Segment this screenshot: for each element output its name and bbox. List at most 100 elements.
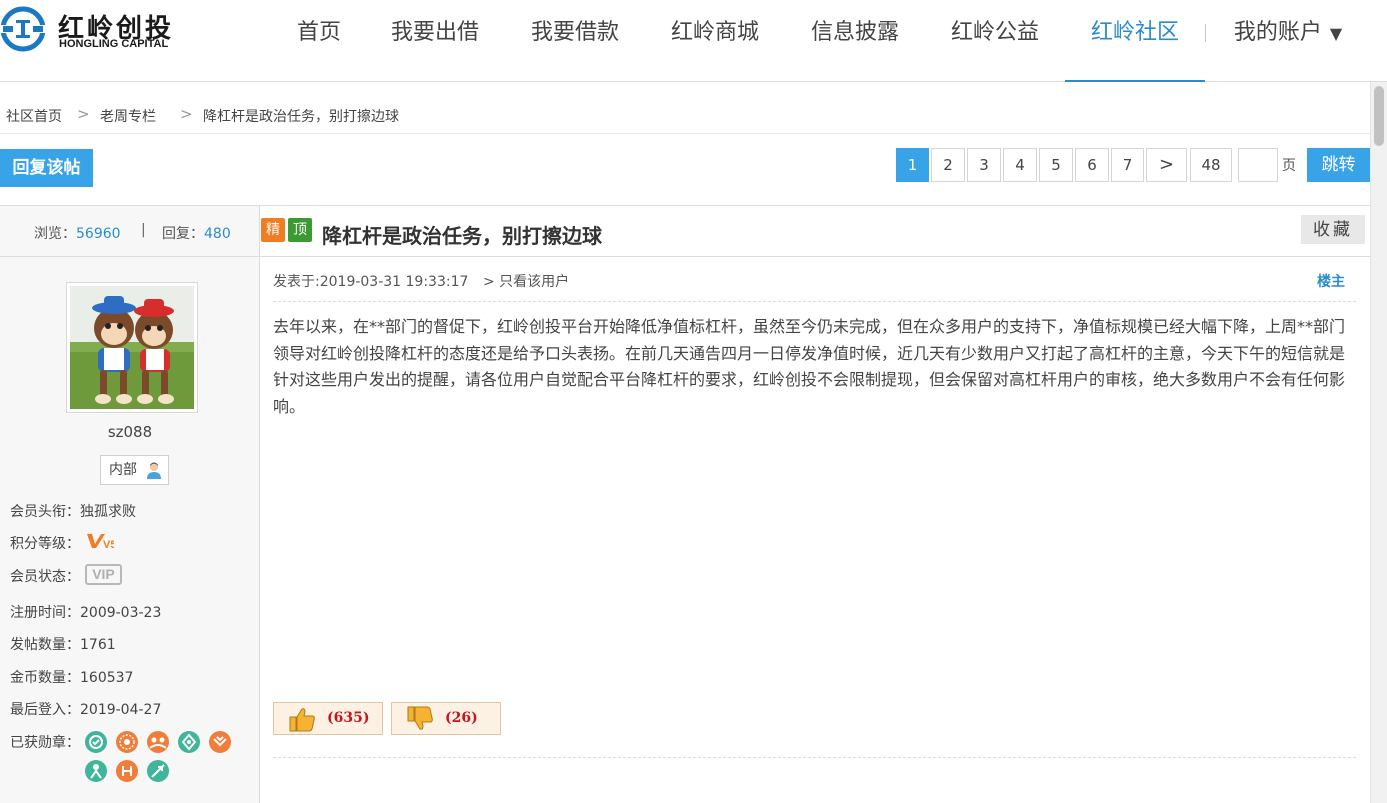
author-coins-row: 金币数量：160537	[10, 667, 133, 687]
page-6-button[interactable]: 6	[1075, 148, 1109, 182]
page-unit-label: 页	[1282, 158, 1296, 174]
breadcrumb-column[interactable]: 老周专栏	[100, 106, 156, 126]
author-title-row: 会员头衔：独孤求败	[10, 501, 136, 521]
page-7-button[interactable]: 7	[1111, 148, 1144, 182]
vip-badge: VIP	[85, 564, 122, 585]
register-date: 2009-03-23	[80, 605, 162, 621]
nav-item-borrow[interactable]: 我要借款	[528, 0, 622, 82]
page-number-input[interactable]	[1238, 148, 1278, 182]
medal-5-icon[interactable]	[208, 730, 232, 754]
breadcrumb-separator: >	[77, 105, 90, 123]
register-label: 注册时间：	[10, 605, 80, 621]
breadcrumb-current-post: 降杠杆是政治任务，别打擦边球	[203, 109, 399, 125]
page-5-button[interactable]: 5	[1039, 148, 1073, 182]
views-label: 浏览：	[34, 226, 76, 242]
views-stat: 浏览：56960	[34, 223, 121, 243]
post-body: 发表于:2019-03-31 19:33:17 > 只看该用户 楼主 去年以来，…	[261, 257, 1370, 803]
floor-label: 楼主	[1317, 274, 1345, 290]
author-username[interactable]: sz088	[0, 423, 260, 441]
like-count: (635)	[327, 710, 370, 726]
logo-mark-icon	[0, 6, 46, 52]
author-register-row: 注册时间：2009-03-23	[10, 602, 161, 622]
page-4-button[interactable]: 4	[1003, 148, 1037, 182]
author-last-login-row: 最后登入：2019-04-27	[10, 699, 161, 719]
replies-label: 回复：	[162, 226, 204, 242]
account-label: 我的账户	[1233, 20, 1322, 45]
post-content: 去年以来，在**部门的督促下，红岭创投平台开始降低净值标杠杆，虽然至今仍未完成，…	[273, 317, 1346, 416]
medal-8-icon[interactable]	[146, 759, 170, 783]
post-header: 浏览：56960 | 回复：480 精 顶 降杠杆是政治任务，别打擦边球 收藏	[0, 205, 1370, 257]
avatar[interactable]	[66, 282, 198, 413]
author-level-row: 积分等级：	[10, 533, 80, 553]
site-logo[interactable]: 红岭创投 HONGLING CAPITAL	[0, 6, 200, 54]
author-title-value: 独孤求败	[80, 504, 136, 520]
level-v5-icon: V5	[87, 534, 114, 550]
breadcrumb: 社区首页 > 老周专栏 > 降杠杆是政治任务，别打擦边球	[0, 96, 1370, 134]
scrollbar-thumb[interactable]	[1374, 86, 1384, 146]
level-value: V5	[103, 539, 114, 550]
views-count: 56960	[76, 226, 121, 242]
nav-divider	[1205, 24, 1206, 42]
nav-item-community[interactable]: 红岭社区	[1065, 0, 1205, 82]
breadcrumb-community-home[interactable]: 社区首页	[6, 106, 62, 126]
medal-3-icon[interactable]	[146, 730, 170, 754]
medal-1-icon[interactable]	[84, 730, 108, 754]
coins-label: 金币数量：	[10, 670, 80, 686]
medal-6-icon[interactable]	[84, 759, 108, 783]
post-stats: 浏览：56960 | 回复：480	[0, 206, 260, 256]
author-status-row: 会员状态：	[10, 566, 80, 586]
featured-tag: 精	[261, 218, 285, 242]
dislike-count: (26)	[445, 710, 478, 726]
last-page-button[interactable]: 48	[1190, 148, 1232, 182]
posts-count: 1761	[80, 637, 116, 653]
role-label: 内部	[109, 462, 137, 478]
replies-stat: 回复：480	[162, 223, 231, 243]
nav-item-home[interactable]: 首页	[294, 0, 344, 82]
post-bottom-divider	[273, 757, 1356, 758]
staff-person-icon	[147, 462, 161, 479]
stats-divider: |	[141, 222, 146, 238]
nav-item-account[interactable]: 我的账户 ▼	[1228, 0, 1348, 82]
medal-7-icon[interactable]	[115, 759, 139, 783]
page-1-button[interactable]: 1	[896, 148, 929, 182]
last-login-label: 最后登入：	[10, 702, 80, 718]
next-page-button[interactable]: >	[1146, 148, 1187, 182]
author-title-label: 会员头衔：	[10, 504, 80, 520]
medal-2-icon[interactable]	[115, 730, 139, 754]
nav-item-lend[interactable]: 我要出借	[388, 0, 482, 82]
last-login-date: 2019-04-27	[80, 702, 162, 718]
post-title: 降杠杆是政治任务，别打擦边球	[322, 224, 602, 248]
medal-4-icon[interactable]	[177, 730, 201, 754]
author-medals-row: 已获勋章：	[10, 732, 80, 752]
meta-divider	[273, 301, 1356, 302]
jump-page-button[interactable]: 跳转	[1307, 148, 1370, 182]
nav-item-disclosure[interactable]: 信息披露	[808, 0, 902, 82]
page-3-button[interactable]: 3	[967, 148, 1001, 182]
thumbs-down-icon	[407, 706, 433, 730]
breadcrumb-separator: >	[180, 105, 193, 123]
reply-post-button[interactable]: 回复该帖	[0, 149, 93, 187]
favorite-button[interactable]: 收藏	[1301, 215, 1365, 244]
site-header: 红岭创投 HONGLING CAPITAL 首页 我要出借 我要借款 红岭商城 …	[0, 0, 1387, 82]
replies-count: 480	[204, 226, 231, 242]
page-2-button[interactable]: 2	[931, 148, 965, 182]
role-badge: 内部	[100, 455, 169, 485]
chevron-down-icon: ▼	[1329, 24, 1343, 43]
nav-item-charity[interactable]: 红岭公益	[948, 0, 1042, 82]
pinned-tag: 顶	[288, 218, 312, 242]
thumbs-up-icon	[289, 708, 315, 732]
medals-label: 已获勋章：	[10, 735, 80, 751]
post-date: 发表于:2019-03-31 19:33:17	[273, 274, 469, 290]
author-posts-row: 发帖数量：1761	[10, 634, 116, 654]
author-status-label: 会员状态：	[10, 569, 80, 585]
coins-count: 160537	[80, 670, 134, 686]
author-level-label: 积分等级：	[10, 536, 80, 552]
avatar-image	[70, 286, 194, 409]
nav-item-mall[interactable]: 红岭商城	[668, 0, 762, 82]
logo-name-en: HONGLING CAPITAL	[59, 38, 169, 50]
like-button[interactable]: (635)	[273, 702, 383, 735]
posts-label: 发帖数量：	[10, 637, 80, 653]
only-this-user-link[interactable]: > 只看该用户	[483, 271, 569, 291]
dislike-button[interactable]: (26)	[391, 702, 501, 735]
page-scrollbar[interactable]	[1370, 82, 1387, 803]
